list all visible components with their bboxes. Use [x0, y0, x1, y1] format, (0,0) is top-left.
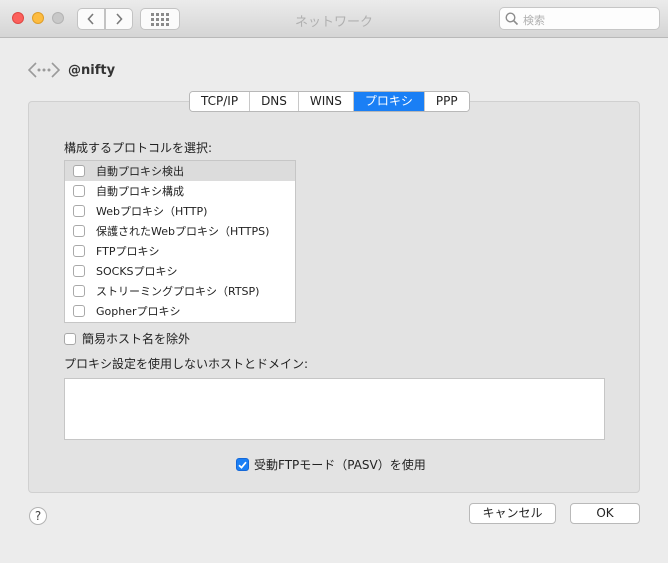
protocol-label: 自動プロキシ検出 — [96, 165, 184, 178]
protocol-checkbox[interactable] — [73, 265, 85, 277]
connection-name: @nifty — [68, 63, 116, 78]
list-item[interactable]: 保護されたWebプロキシ（HTTPS) — [65, 221, 295, 241]
protocol-checkbox[interactable] — [73, 285, 85, 297]
bypass-hosts-textarea[interactable] — [64, 378, 605, 440]
exclude-simple-hostnames[interactable]: 簡易ホスト名を除外 — [64, 330, 190, 347]
protocol-label: ストリーミングプロキシ（RTSP) — [96, 285, 260, 298]
title-bar: ネットワーク 検索 — [0, 0, 668, 38]
protocol-label: Webプロキシ（HTTP) — [96, 205, 208, 218]
passive-ftp-label: 受動FTPモード（PASV）を使用 — [254, 458, 426, 472]
list-item[interactable]: FTPプロキシ — [65, 241, 295, 261]
search-placeholder: 検索 — [523, 14, 545, 27]
checkmark-icon — [238, 461, 247, 469]
protocol-label: Gopherプロキシ — [96, 305, 181, 318]
list-item[interactable]: SOCKSプロキシ — [65, 261, 295, 281]
list-item[interactable]: Gopherプロキシ — [65, 301, 295, 321]
cancel-button[interactable]: キャンセル — [469, 503, 556, 524]
protocol-label: 保護されたWebプロキシ（HTTPS) — [96, 225, 270, 238]
search-icon — [505, 12, 519, 26]
bypass-hosts-label: プロキシ設定を使用しないホストとドメイン: — [64, 357, 309, 371]
tab-wins[interactable]: WINS — [298, 92, 354, 111]
tab-ppp[interactable]: PPP — [424, 92, 469, 111]
list-item[interactable]: 自動プロキシ検出 — [65, 161, 295, 181]
protocol-checkbox[interactable] — [73, 305, 85, 317]
network-preferences-window: ネットワーク 検索 @nifty TCP/IP DNS WINS プロキシ PP… — [0, 0, 668, 563]
protocol-checkbox[interactable] — [73, 225, 85, 237]
list-item[interactable]: 自動プロキシ構成 — [65, 181, 295, 201]
passive-ftp-option[interactable]: 受動FTPモード（PASV）を使用 — [236, 456, 426, 473]
tab-dns[interactable]: DNS — [250, 92, 299, 111]
tab-bar: TCP/IP DNS WINS プロキシ PPP — [189, 91, 470, 112]
exclude-simple-hostnames-label: 簡易ホスト名を除外 — [82, 332, 191, 346]
protocol-label: FTPプロキシ — [96, 245, 160, 258]
help-button[interactable]: ? — [29, 507, 47, 525]
exclude-simple-hostnames-checkbox[interactable] — [64, 332, 76, 345]
protocol-checkbox[interactable] — [73, 185, 85, 197]
tab-tcp-ip[interactable]: TCP/IP — [190, 92, 251, 111]
tab-proxy[interactable]: プロキシ — [353, 92, 425, 111]
protocol-label: 自動プロキシ構成 — [96, 185, 184, 198]
passive-ftp-checkbox[interactable] — [236, 458, 249, 471]
list-item[interactable]: Webプロキシ（HTTP) — [65, 201, 295, 221]
protocol-checkbox[interactable] — [73, 245, 85, 257]
network-dots-icon — [28, 62, 60, 78]
search-field[interactable]: 検索 — [499, 7, 660, 30]
protocol-checkbox[interactable] — [73, 165, 85, 177]
protocol-label: SOCKSプロキシ — [96, 265, 178, 278]
protocol-checkbox[interactable] — [73, 205, 85, 217]
ok-button[interactable]: OK — [570, 503, 640, 524]
list-item[interactable]: ストリーミングプロキシ（RTSP) — [65, 281, 295, 301]
protocol-list-heading: 構成するプロトコルを選択: — [64, 141, 213, 155]
protocol-list: 自動プロキシ検出 自動プロキシ構成 Webプロキシ（HTTP) 保護されたWeb… — [64, 160, 296, 323]
